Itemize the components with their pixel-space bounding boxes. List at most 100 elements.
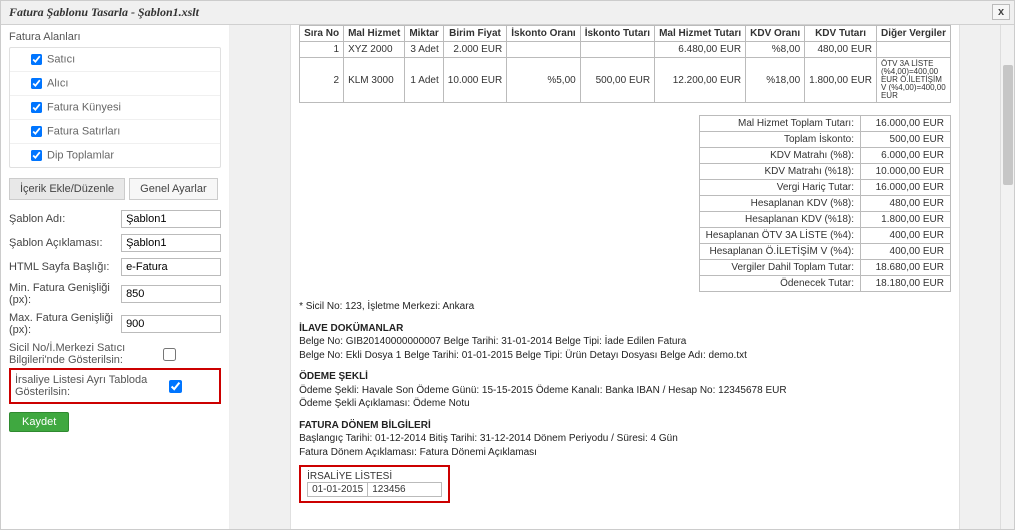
totals-value: 1.800,00 EUR — [861, 212, 951, 228]
table-row: 2KLM 30001 Adet10.000 EUR%5,00500,00 EUR… — [300, 58, 951, 103]
col-iskoran: İskonto Oranı — [507, 26, 580, 42]
fields-tree: Satıcı Alıcı Fatura Künyesi Fatura Satır… — [9, 47, 221, 168]
cell-sira: 1 — [300, 42, 344, 58]
totals-key: Vergiler Dahil Toplam Tutar: — [699, 260, 860, 276]
odeme-line: Ödeme Şekli Açıklaması: Ödeme Notu — [299, 397, 951, 411]
cell-miktar: 3 Adet — [405, 42, 443, 58]
items-table: Sıra No Mal Hizmet Miktar Birim Fiyat İs… — [299, 25, 951, 103]
cell-iskOran: %5,00 — [507, 58, 580, 103]
totals-key: Hesaplanan ÖTV 3A LİSTE (%4): — [699, 228, 860, 244]
tree-item[interactable]: Alıcı — [10, 72, 220, 96]
col-sira: Sıra No — [300, 26, 344, 42]
tree-checkbox[interactable] — [31, 78, 42, 89]
tab-content[interactable]: İçerik Ekle/Düzenle — [9, 178, 125, 200]
totals-row: KDV Matrahı (%18):10.000,00 EUR — [699, 164, 950, 180]
irsaliye-row: 01-01-2015 123456 — [307, 482, 442, 497]
tree-checkbox[interactable] — [31, 126, 42, 137]
irsaliye-checkbox-label: İrsaliye Listesi Ayrı Tabloda Gösterilsi… — [15, 374, 165, 398]
totals-row: Hesaplanan KDV (%8):480,00 EUR — [699, 196, 950, 212]
totals-row: Vergiler Dahil Toplam Tutar:18.680,00 EU… — [699, 260, 950, 276]
ilave-line: Belge No: GIB20140000000007 Belge Tarihi… — [299, 335, 951, 349]
sicil-checkbox[interactable] — [163, 348, 176, 361]
totals-key: Hesaplanan Ö.İLETİŞİM V (%4): — [699, 244, 860, 260]
totals-value: 480,00 EUR — [861, 196, 951, 212]
col-maltut: Mal Hizmet Tutarı — [655, 26, 746, 42]
donem-block: FATURA DÖNEM BİLGİLERİ Başlangıç Tarihi:… — [299, 419, 951, 460]
col-isktut: İskonto Tutarı — [580, 26, 654, 42]
tree-checkbox[interactable] — [31, 102, 42, 113]
donem-line: Fatura Dönem Açıklaması: Fatura Dönemi A… — [299, 446, 951, 460]
totals-row: Hesaplanan Ö.İLETİŞİM V (%4):400,00 EUR — [699, 244, 950, 260]
table-row: 1XYZ 20003 Adet2.000 EUR6.480,00 EUR%8,0… — [300, 42, 951, 58]
fields-header: Fatura Alanları — [9, 31, 221, 43]
tree-label: Satıcı — [47, 53, 75, 65]
totals-value: 10.000,00 EUR — [861, 164, 951, 180]
totals-row: Mal Hizmet Toplam Tutarı:16.000,00 EUR — [699, 116, 950, 132]
html-title-input[interactable] — [121, 258, 221, 276]
cell-malTut: 12.200,00 EUR — [655, 58, 746, 103]
irsaliye-date: 01-01-2015 — [308, 483, 368, 496]
cell-mal: XYZ 2000 — [344, 42, 405, 58]
template-desc-input[interactable] — [121, 234, 221, 252]
min-width-label: Min. Fatura Genişliği (px): — [9, 282, 121, 306]
tree-checkbox[interactable] — [31, 150, 42, 161]
col-birim: Birim Fiyat — [443, 26, 506, 42]
donem-line: Başlangıç Tarihi: 01-12-2014 Bitiş Tarih… — [299, 432, 951, 446]
tree-item[interactable]: Fatura Satırları — [10, 120, 220, 144]
totals-key: Toplam İskonto: — [699, 132, 860, 148]
window-title: Fatura Şablonu Tasarla - Şablon1.xslt — [9, 5, 199, 19]
cell-birim: 10.000 EUR — [443, 58, 506, 103]
preview-scrollbar[interactable] — [1000, 25, 1014, 529]
sicil-checkbox-label: Sicil No/İ.Merkezi Satıcı Bilgileri'nde … — [9, 342, 159, 366]
totals-value: 400,00 EUR — [861, 228, 951, 244]
window-titlebar: Fatura Şablonu Tasarla - Şablon1.xslt x — [1, 1, 1014, 25]
close-button[interactable]: x — [992, 4, 1010, 20]
html-title-label: HTML Sayfa Başlığı: — [9, 261, 121, 273]
col-kdvtut: KDV Tutarı — [805, 26, 877, 42]
tree-item[interactable]: Satıcı — [10, 48, 220, 72]
irsaliye-option-highlight: İrsaliye Listesi Ayrı Tabloda Gösterilsi… — [9, 368, 221, 404]
template-name-input[interactable] — [121, 210, 221, 228]
tree-item[interactable]: Dip Toplamlar — [10, 144, 220, 167]
template-desc-label: Şablon Açıklaması: — [9, 237, 121, 249]
odeme-block: ÖDEME ŞEKLİ Ödeme Şekli: Havale Son Ödem… — [299, 370, 951, 411]
totals-value: 400,00 EUR — [861, 244, 951, 260]
ilave-header: İLAVE DOKÜMANLAR — [299, 322, 951, 336]
cell-iskTut — [580, 42, 654, 58]
totals-value: 500,00 EUR — [861, 132, 951, 148]
save-button[interactable]: Kaydet — [9, 412, 69, 432]
tree-item[interactable]: Fatura Künyesi — [10, 96, 220, 120]
totals-key: KDV Matrahı (%8): — [699, 148, 860, 164]
totals-row: KDV Matrahı (%8):6.000,00 EUR — [699, 148, 950, 164]
totals-key: KDV Matrahı (%18): — [699, 164, 860, 180]
totals-key: Hesaplanan KDV (%18): — [699, 212, 860, 228]
totals-key: Mal Hizmet Toplam Tutarı: — [699, 116, 860, 132]
cell-mal: KLM 3000 — [344, 58, 405, 103]
scrollbar-thumb[interactable] — [1003, 65, 1013, 185]
totals-value: 16.000,00 EUR — [861, 180, 951, 196]
sicil-note: * Sicil No: 123, İşletme Merkezi: Ankara — [299, 300, 951, 314]
irsaliye-checkbox[interactable] — [169, 380, 182, 393]
cell-diger: ÖTV 3A LİSTE (%4,00)=400,00 EUR Ö.İLETİŞ… — [876, 58, 950, 103]
ilave-block: İLAVE DOKÜMANLAR Belge No: GIB2014000000… — [299, 322, 951, 363]
tree-checkbox[interactable] — [31, 54, 42, 65]
settings-panel: Fatura Alanları Satıcı Alıcı Fatura Küny… — [1, 25, 230, 529]
totals-key: Vergi Hariç Tutar: — [699, 180, 860, 196]
totals-row: Hesaplanan KDV (%18):1.800,00 EUR — [699, 212, 950, 228]
cell-birim: 2.000 EUR — [443, 42, 506, 58]
col-kdvoran: KDV Oranı — [746, 26, 805, 42]
donem-header: FATURA DÖNEM BİLGİLERİ — [299, 419, 951, 433]
settings-tabs: İçerik Ekle/Düzenle Genel Ayarlar — [9, 178, 221, 200]
col-mal: Mal Hizmet — [344, 26, 405, 42]
totals-value: 18.180,00 EUR — [861, 276, 951, 292]
tab-general[interactable]: Genel Ayarlar — [129, 178, 217, 200]
totals-table: Mal Hizmet Toplam Tutarı:16.000,00 EURTo… — [699, 115, 951, 292]
max-width-input[interactable] — [121, 315, 221, 333]
ilave-line: Belge No: Ekli Dosya 1 Belge Tarihi: 01-… — [299, 349, 951, 363]
designer-window: Fatura Şablonu Tasarla - Şablon1.xslt x … — [0, 0, 1015, 530]
invoice-preview: Sıra No Mal Hizmet Miktar Birim Fiyat İs… — [290, 25, 960, 529]
min-width-input[interactable] — [121, 285, 221, 303]
irsaliye-header: İRSALİYE LİSTESİ — [307, 471, 442, 482]
col-diger: Diğer Vergiler — [876, 26, 950, 42]
odeme-header: ÖDEME ŞEKLİ — [299, 370, 951, 384]
